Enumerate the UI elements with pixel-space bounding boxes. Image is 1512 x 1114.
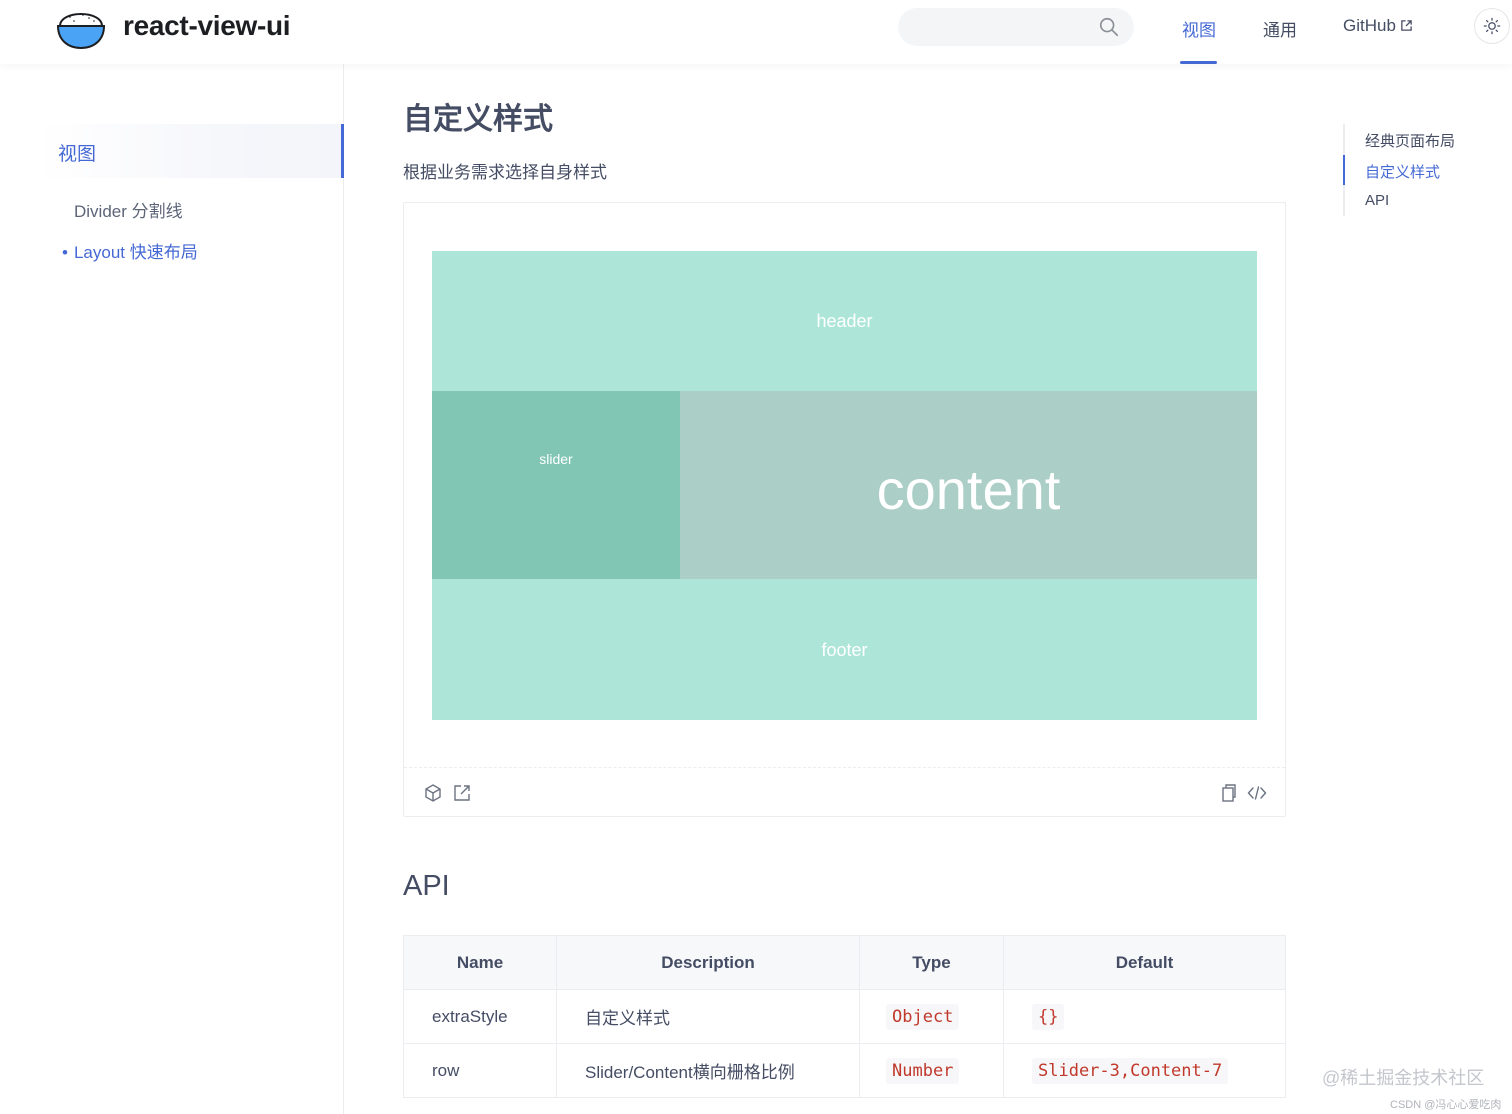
demo-actions-bar (404, 769, 1285, 817)
brand-title[interactable]: react-view-ui (123, 10, 291, 42)
demo-preview: header slider content footer (404, 203, 1285, 768)
toc-active-marker (1343, 155, 1345, 185)
rice-bowl-logo-icon[interactable] (56, 2, 106, 52)
column-header-type: Type (859, 935, 1004, 990)
top-navbar: react-view-ui 视图 通用 GitHub (0, 0, 1512, 64)
external-link-icon (1401, 20, 1412, 31)
default-code: Slider-3,Content-7 (1032, 1057, 1229, 1084)
watermark: @稀土掘金技术社区 (1322, 1068, 1485, 1088)
nav-general[interactable]: 通用 (1263, 16, 1297, 41)
layout-footer-text: footer (821, 640, 868, 660)
sidebar: 视图 Divider 分割线 Layout 快速布局 (0, 64, 344, 1114)
type-code: Object (886, 1003, 960, 1030)
table-header-row: Name Description Type Default (403, 935, 1286, 990)
table-row: extraStyle 自定义样式 Object {} (403, 989, 1286, 1044)
layout-demo: header slider content footer (432, 251, 1257, 720)
table-row: row Slider/Content横向栅格比例 Number Slider-3… (403, 1043, 1286, 1098)
codesandbox-icon[interactable] (423, 783, 443, 803)
api-table: Name Description Type Default extraStyle… (403, 935, 1286, 1098)
cell-default: Slider-3,Content-7 (1003, 1043, 1286, 1098)
page-description: 根据业务需求选择自身样式 (403, 163, 607, 182)
search-input[interactable] (898, 8, 1134, 46)
open-external-icon[interactable] (452, 783, 472, 803)
layout-content: content (680, 391, 1257, 579)
type-code: Number (886, 1057, 960, 1084)
cell-default: {} (1003, 989, 1286, 1044)
nav-view[interactable]: 视图 (1182, 16, 1216, 41)
demo-card: header slider content footer (403, 202, 1286, 817)
default-code: {} (1032, 1003, 1065, 1030)
column-header-name: Name (403, 935, 557, 990)
cell-description: Slider/Content横向栅格比例 (556, 1043, 860, 1098)
page-title: 自定义样式 (403, 103, 553, 136)
layout-slider: slider (432, 391, 680, 579)
layout-header-text: header (816, 311, 873, 331)
column-header-description: Description (556, 935, 860, 990)
sidebar-group-view[interactable]: 视图 (36, 124, 344, 178)
layout-header: header (432, 251, 1257, 391)
toc-item-custom-style[interactable]: 自定义样式 (1365, 161, 1440, 182)
table-of-contents: 经典页面布局 自定义样式 API (1343, 124, 1493, 216)
toc-item-classic-layout[interactable]: 经典页面布局 (1365, 130, 1455, 151)
cell-type: Number (859, 1043, 1004, 1098)
sidebar-item-layout[interactable]: Layout 快速布局 (62, 238, 198, 263)
show-code-icon[interactable] (1247, 783, 1267, 803)
sidebar-group-label: 视图 (58, 144, 97, 165)
theme-toggle-button[interactable] (1474, 8, 1510, 44)
layout-content-text: content (876, 458, 1061, 521)
sun-icon (1483, 17, 1501, 35)
layout-footer: footer (432, 579, 1257, 720)
sidebar-item-divider[interactable]: Divider 分割线 (74, 197, 183, 222)
search-icon (1099, 17, 1119, 37)
layout-slider-text: slider (539, 451, 573, 467)
watermark-sub: CSDN @冯心心爱吃肉 (1390, 1099, 1502, 1111)
column-header-default: Default (1003, 935, 1286, 990)
nav-github-label: GitHub (1343, 16, 1396, 35)
cell-name: row (403, 1043, 557, 1098)
api-heading: API (403, 870, 450, 902)
nav-github[interactable]: GitHub (1343, 16, 1413, 36)
nav-active-indicator (1180, 61, 1217, 64)
cell-type: Object (859, 989, 1004, 1044)
cell-description: 自定义样式 (556, 989, 860, 1044)
cell-name: extraStyle (403, 989, 557, 1044)
toc-item-api[interactable]: API (1365, 192, 1389, 209)
copy-icon[interactable] (1218, 783, 1238, 803)
